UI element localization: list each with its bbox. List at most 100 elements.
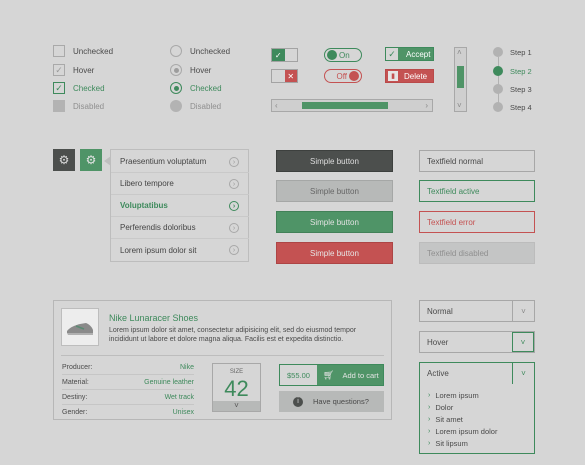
settings-button-green[interactable]: ⚙ bbox=[80, 149, 102, 171]
scrollbar-thumb[interactable] bbox=[457, 66, 464, 88]
menu-item[interactable]: Praesentium voluptatum › bbox=[111, 151, 249, 173]
gear-icon: ⚙ bbox=[85, 153, 97, 167]
radio-circle[interactable] bbox=[170, 45, 182, 57]
dropdown-option[interactable]: › Sit amet bbox=[428, 413, 463, 425]
toggle-checkbox-off[interactable]: ✕ bbox=[271, 69, 298, 83]
step-1[interactable]: Step 1 bbox=[493, 46, 532, 58]
chevron-right-icon: › bbox=[428, 427, 431, 435]
product-thumbnail[interactable] bbox=[61, 308, 99, 346]
delete-button[interactable]: ▮ Delete bbox=[385, 69, 434, 83]
spec-key: Material: bbox=[62, 378, 89, 386]
simple-button-green[interactable]: Simple button bbox=[276, 211, 393, 233]
questions-button[interactable]: i Have questions? bbox=[279, 391, 384, 412]
chevron-right-icon[interactable]: › bbox=[425, 101, 428, 110]
settings-button-dark[interactable]: ⚙ bbox=[53, 149, 75, 171]
checkbox-hover[interactable]: ✓ Hover bbox=[53, 63, 94, 77]
switch-off[interactable]: Off bbox=[324, 69, 362, 83]
dropdown-option[interactable]: › Lorem ipsum bbox=[428, 389, 479, 401]
dropdown-option[interactable]: › Dolor bbox=[428, 401, 453, 413]
chevron-down-icon[interactable]: ˅ bbox=[457, 101, 462, 110]
chevron-up-icon[interactable]: ˄ bbox=[457, 48, 462, 57]
delete-label: Delete bbox=[404, 71, 428, 81]
horizontal-scrollbar[interactable]: ‹ › bbox=[271, 99, 433, 112]
radio-circle[interactable] bbox=[170, 64, 182, 76]
switch-on[interactable]: On bbox=[324, 48, 362, 62]
dropdown-active[interactable]: Active ˅ bbox=[419, 362, 535, 384]
checkbox-unchecked[interactable]: Unchecked bbox=[53, 44, 113, 58]
option-label: Sit lipsum bbox=[435, 438, 468, 448]
spec-key: Producer: bbox=[62, 363, 93, 371]
textfield-error[interactable]: Textfield error bbox=[419, 211, 535, 233]
menu-item[interactable]: Libero tempore › bbox=[111, 173, 249, 195]
checkbox-checked[interactable]: ✓ Checked bbox=[53, 81, 105, 95]
switch-knob bbox=[327, 50, 337, 60]
accept-button[interactable]: ✓ Accept bbox=[385, 47, 434, 61]
check-icon: ✓ bbox=[386, 48, 398, 60]
dropdown-normal[interactable]: Normal ˅ bbox=[419, 300, 535, 322]
checkbox-disabled: Disabled bbox=[53, 99, 104, 113]
simple-button-red[interactable]: Simple button bbox=[276, 242, 393, 264]
step-dot bbox=[493, 47, 503, 57]
spec-value: Unisex bbox=[172, 409, 194, 416]
chevron-left-icon[interactable]: ‹ bbox=[275, 101, 278, 110]
switch-label: On bbox=[339, 50, 350, 60]
spec-value: Nike bbox=[179, 363, 194, 371]
step-dot bbox=[493, 84, 503, 94]
scrollbar-thumb[interactable] bbox=[302, 102, 388, 109]
check-icon: ✓ bbox=[55, 64, 63, 75]
menu-item-label: Perferendis doloribus bbox=[120, 223, 196, 232]
chevron-down-icon: ˅ bbox=[512, 363, 534, 384]
product-title[interactable]: Nike Lunaracer Shoes bbox=[109, 313, 198, 323]
chevron-right-icon: › bbox=[229, 179, 239, 189]
dropdown-hover[interactable]: Hover ˅ bbox=[419, 331, 535, 353]
chevron-right-icon: › bbox=[229, 223, 239, 233]
checkbox-box[interactable]: ✓ bbox=[53, 64, 65, 76]
radio-hover[interactable]: Hover bbox=[170, 63, 211, 77]
chevron-right-icon: › bbox=[428, 403, 431, 411]
radio-checked[interactable]: Checked bbox=[170, 81, 222, 95]
chevron-right-icon: › bbox=[428, 439, 431, 447]
menu-item-label: Voluptatibus bbox=[120, 201, 168, 210]
size-selector[interactable]: SIZE 42 ˅ bbox=[212, 363, 261, 412]
divider bbox=[61, 355, 384, 356]
radio-label: Hover bbox=[190, 65, 212, 75]
step-4[interactable]: Step 4 bbox=[493, 101, 532, 113]
spec-row: Gender: Unisex bbox=[62, 405, 194, 420]
chevron-down-icon: ˅ bbox=[512, 332, 534, 352]
simple-button-light[interactable]: Simple button bbox=[276, 180, 393, 202]
checkbox-box[interactable] bbox=[53, 45, 65, 57]
accept-label: Accept bbox=[406, 49, 431, 59]
step-label: Step 3 bbox=[510, 84, 532, 94]
textfield-normal[interactable]: Textfield normal bbox=[419, 150, 535, 172]
textfield-active[interactable]: Textfield active bbox=[419, 180, 535, 202]
info-icon: i bbox=[293, 396, 303, 407]
chevron-down-icon[interactable]: ˅ bbox=[213, 401, 260, 411]
step-2[interactable]: Step 2 bbox=[493, 65, 532, 77]
checkbox-label: Unchecked bbox=[73, 46, 114, 56]
checkbox-label: Disabled bbox=[73, 101, 105, 111]
radio-circle[interactable] bbox=[170, 82, 182, 94]
button-label: Simple button bbox=[310, 217, 359, 227]
toggle-checkbox-on[interactable]: ✓ bbox=[271, 48, 298, 62]
option-label: Sit amet bbox=[435, 414, 463, 424]
menu-item-label: Praesentium voluptatum bbox=[120, 157, 207, 166]
radio-unchecked[interactable]: Unchecked bbox=[170, 44, 230, 58]
menu-item-label: Libero tempore bbox=[120, 179, 174, 188]
trash-icon: ▮ bbox=[388, 71, 398, 81]
add-to-cart-button[interactable]: $55.00 🛒︎ Add to cart bbox=[279, 364, 384, 386]
spec-key: Gender: bbox=[62, 409, 88, 416]
checkbox-box[interactable]: ✓ bbox=[53, 82, 65, 94]
step-3[interactable]: Step 3 bbox=[493, 83, 532, 95]
product-description: Lorem ipsum dolor sit amet, consectetur … bbox=[109, 327, 357, 343]
menu-item[interactable]: Perferendis doloribus › bbox=[111, 217, 249, 239]
vertical-scrollbar[interactable]: ˄ ˅ bbox=[454, 47, 467, 112]
spec-row: Producer: Nike bbox=[62, 360, 194, 375]
option-label: Dolor bbox=[435, 402, 454, 412]
menu-item[interactable]: Lorem ipsum dolor sit › bbox=[111, 239, 249, 261]
dropdown-option[interactable]: › Lorem ipsum dolor bbox=[428, 425, 497, 437]
dropdown-option[interactable]: › Sit lipsum bbox=[428, 437, 468, 449]
chevron-right-icon: › bbox=[229, 245, 239, 255]
simple-button-dark[interactable]: Simple button bbox=[276, 150, 393, 172]
menu-item-active[interactable]: Voluptatibus › bbox=[111, 195, 249, 217]
button-label: Simple button bbox=[310, 186, 359, 196]
